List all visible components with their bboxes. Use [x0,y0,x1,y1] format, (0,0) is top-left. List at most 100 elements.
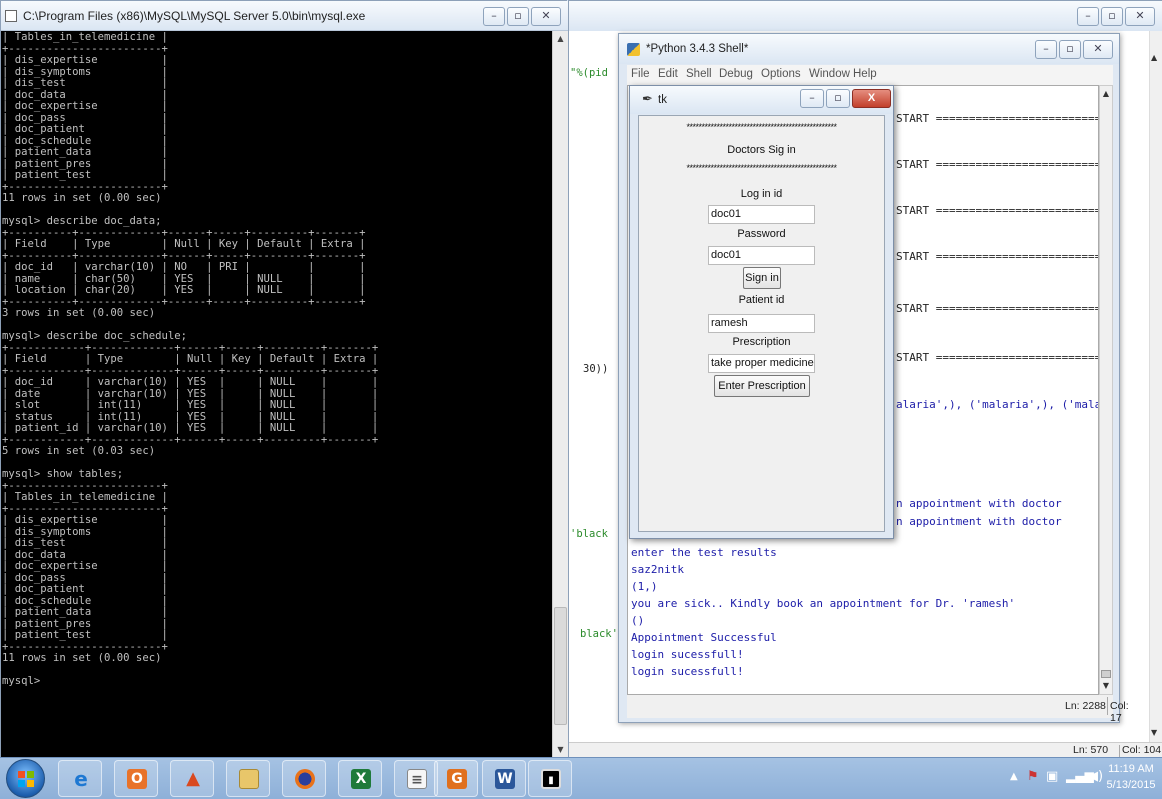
close-button[interactable]: X [852,89,891,108]
minimize-button[interactable]: – [483,7,505,26]
mysql-scrollbar[interactable]: ▲ ▼ [552,31,568,758]
mysql-console-output[interactable]: | Tables_in_telemedicine | +------------… [1,31,552,758]
scroll-up-icon[interactable]: ▲ [1151,53,1157,62]
minimize-button[interactable]: – [1077,7,1099,26]
console-text: | Tables_in_telemedicine | +------------… [2,31,379,687]
shell-title-bar[interactable]: *Python 3.4.3 Shell* – ▫ ✕ [619,34,1119,64]
minimize-button[interactable]: – [1035,40,1057,59]
separator-stars: ****************************************… [686,122,837,132]
outer-fragment: black' [580,628,618,640]
show-hidden-icons-icon[interactable]: ▲ [1010,771,1018,782]
maximize-button[interactable]: ▫ [507,7,529,26]
scroll-thumb[interactable] [554,607,567,725]
restart-line: START =========================== [896,351,1099,364]
maximize-button[interactable]: ▫ [1059,40,1081,59]
column-number: Col: 104 [1122,744,1162,756]
taskbar-console[interactable]: ▮ [528,760,572,797]
patient-id-label: Patient id [738,294,785,306]
line-number: Ln: 2288 [1065,700,1106,712]
python-icon [627,43,640,56]
separator-stars: ****************************************… [686,163,837,173]
mysql-window-title: C:\Program Files (x86)\MySQL\MySQL Serve… [23,9,366,23]
patient-id-input[interactable]: ramesh [708,314,815,333]
shell-line: saz2nitk [631,563,684,576]
close-button[interactable]: ✕ [1083,40,1113,59]
menu-file[interactable]: File [631,68,650,80]
windows-logo-icon [18,771,34,787]
restart-line: START =========================== [896,204,1099,217]
taskbar-word[interactable]: W [482,760,526,797]
enter-prescription-button[interactable]: Enter Prescription [714,375,810,397]
taskbar-excel[interactable]: X [338,760,382,797]
restart-line: START =========================== [896,250,1099,263]
scroll-thumb[interactable] [1101,670,1111,678]
start-button[interactable] [6,759,45,798]
menu-edit[interactable]: Edit [658,68,678,80]
menu-debug[interactable]: Debug [719,68,753,80]
scroll-down-icon[interactable]: ▼ [1151,728,1157,737]
taskbar: e O ▲ X ≡ G W ▮ ▲ ⚑ ▣ ▂▄▆ ◀) 11:19 AM 5/… [0,757,1162,799]
volume-icon[interactable]: ◀) [1088,769,1103,784]
network-icon[interactable]: ▣ [1046,769,1058,784]
taskbar-pdf-reader[interactable]: G [434,760,478,797]
clock-date[interactable]: 5/13/2015 [1106,779,1156,791]
line-number: Ln: 570 [1073,744,1109,756]
shell-line: n appointment with doctor [896,497,1062,510]
clock-time[interactable]: 11:19 AM [1106,763,1156,775]
taskbar-outlook[interactable]: O [114,760,158,797]
folder-icon [239,769,259,789]
shell-window-title: *Python 3.4.3 Shell* [646,43,749,55]
outer-status-bar: Ln: 570 Col: 104 [569,742,1162,763]
scroll-down-icon[interactable]: ▼ [1100,678,1112,694]
outer-fragment: "%(pid [570,67,608,79]
maximize-button[interactable]: ▫ [826,89,850,108]
menu-options[interactable]: Options [761,68,801,80]
taskbar-file-explorer[interactable] [226,760,270,797]
scroll-down-icon[interactable]: ▼ [553,742,568,758]
sign-in-button[interactable]: Sign in [743,267,781,289]
restart-line: START =========================== [896,158,1099,171]
menu-help[interactable]: Help [853,68,877,80]
taskbar-matlab[interactable]: ▲ [170,760,214,797]
console-icon: ▮ [541,769,561,789]
mysql-console-window[interactable]: C:\Program Files (x86)\MySQL\MySQL Serve… [0,0,568,758]
maximize-button[interactable]: ▫ [1101,7,1123,26]
shell-line: alaria',), ('malaria',), ('malar [896,398,1099,411]
close-button[interactable]: ✕ [531,7,561,26]
shell-menu-bar: File Edit Shell Debug Options Window Hel… [627,65,1113,85]
document-icon: ≡ [407,769,427,789]
password-input[interactable]: doc01 [708,246,815,265]
word-icon: W [495,769,515,789]
minimize-button[interactable]: – [800,89,824,108]
taskbar-word-document[interactable]: ≡ [394,760,438,797]
restart-line: START =========================== [896,112,1099,125]
action-center-flag-icon[interactable]: ⚑ [1027,769,1039,784]
password-label: Password [737,228,786,240]
shell-line: you are sick.. Kindly book an appointmen… [631,597,1016,610]
shell-line: login sucessfull! [631,648,744,661]
scroll-up-icon[interactable]: ▲ [1100,86,1112,102]
tk-dialog-window[interactable]: ✒ tk – ▫ X *****************************… [629,85,894,539]
login-id-input[interactable]: doc01 [708,205,815,224]
taskbar-internet-explorer[interactable]: e [58,760,102,797]
outlook-icon: O [127,769,147,789]
shell-line: enter the test results [631,546,777,559]
prescription-input[interactable]: take proper medicine [708,354,815,373]
tk-window-title: tk [658,94,667,106]
tk-title-bar[interactable]: ✒ tk – ▫ X [630,86,893,114]
menu-shell[interactable]: Shell [686,68,712,80]
scroll-up-icon[interactable]: ▲ [553,31,568,47]
shell-scrollbar[interactable]: ▲ ▼ [1099,85,1113,695]
prescription-label: Prescription [732,336,791,348]
outer-fragment: 'black [570,528,608,540]
taskbar-firefox[interactable] [282,760,326,797]
mysql-title-bar[interactable]: C:\Program Files (x86)\MySQL\MySQL Serve… [1,1,568,31]
menu-window[interactable]: Window [809,68,850,80]
system-tray: ▲ ⚑ ▣ ▂▄▆ ◀) 11:19 AM 5/13/2015 [1000,758,1162,799]
outer-title-bar[interactable]: – ▫ ✕ [569,1,1162,31]
internet-explorer-icon: e [74,767,88,791]
close-button[interactable]: ✕ [1125,7,1155,26]
tk-feather-icon: ✒ [642,91,653,106]
outer-scrollbar[interactable]: ▲ ▼ [1149,31,1162,742]
form-heading: Doctors Sig in [727,144,796,156]
